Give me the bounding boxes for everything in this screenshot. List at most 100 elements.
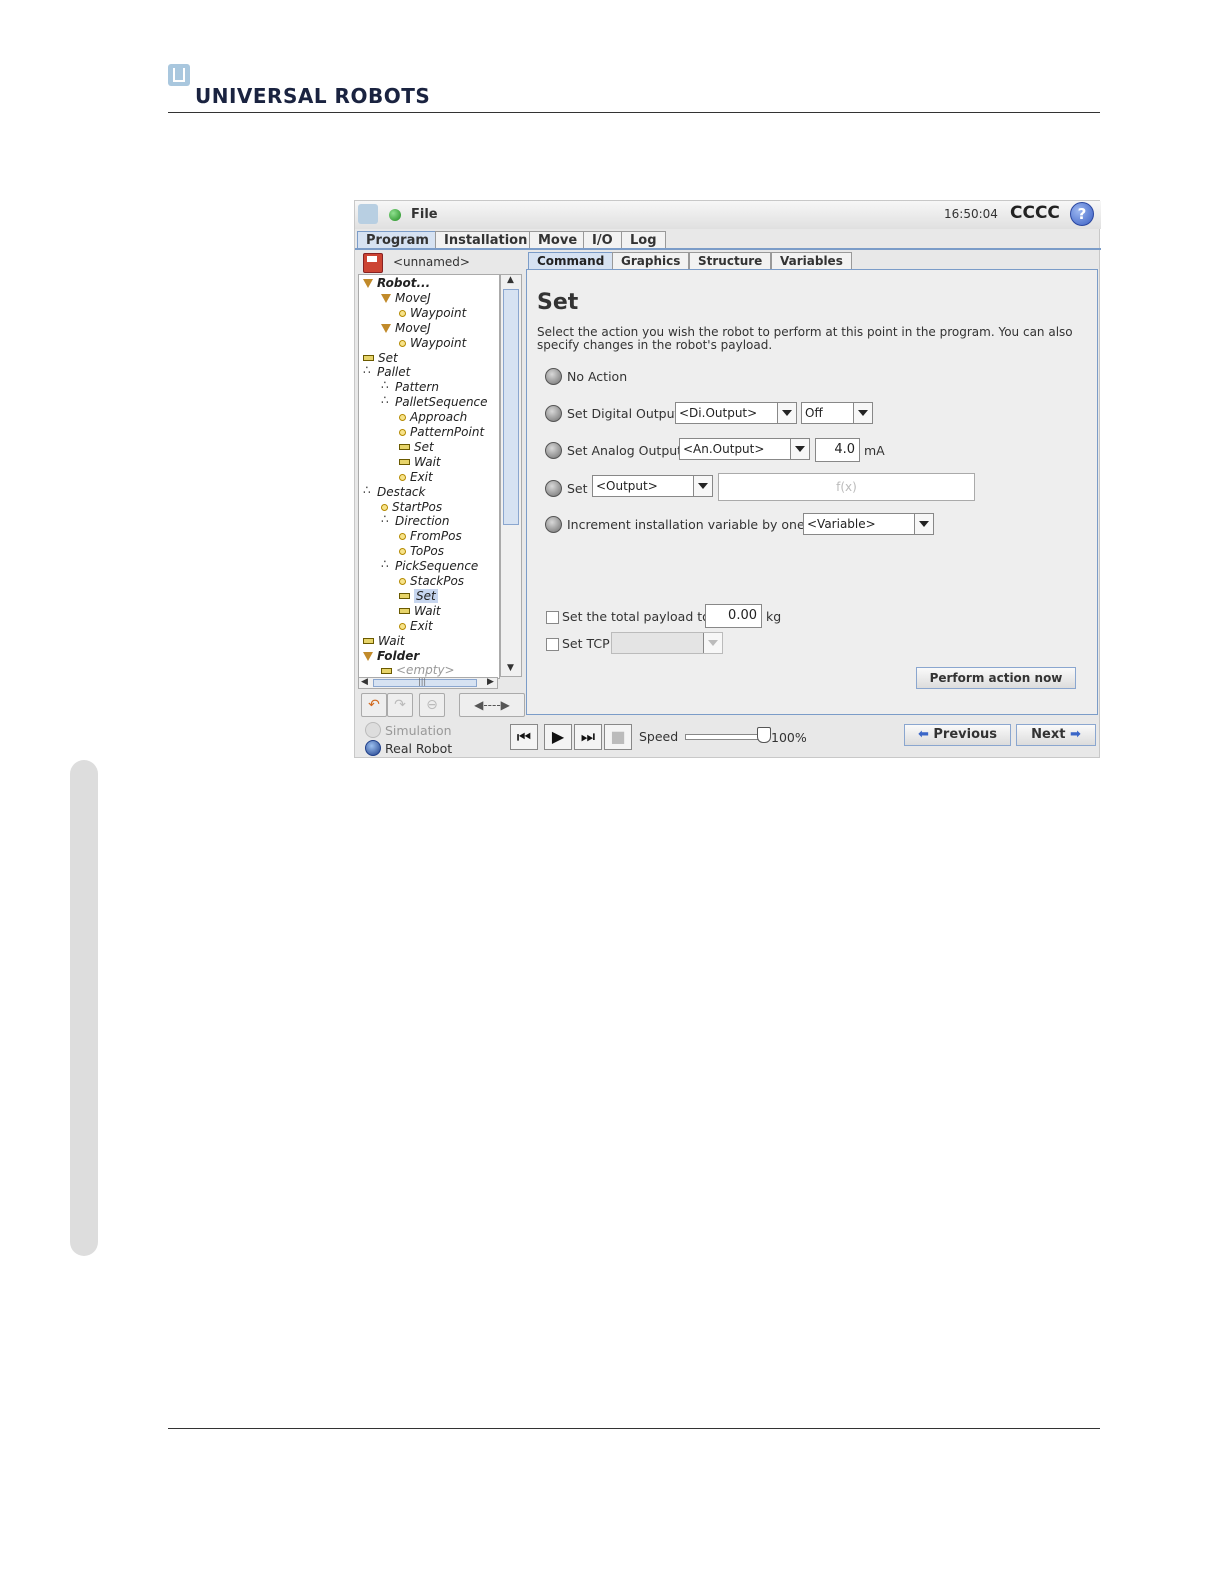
expression-input[interactable]: f(x) — [718, 473, 975, 501]
tab-command[interactable]: Command — [528, 252, 614, 270]
set-output-radio[interactable] — [545, 480, 562, 497]
arrow-right-icon: ➡ — [1069, 727, 1081, 742]
tab-program[interactable]: Program — [357, 231, 438, 249]
increment-variable-radio[interactable] — [545, 516, 562, 533]
tree-node[interactable]: StackPos — [399, 574, 464, 589]
tree-node[interactable]: Robot... — [363, 276, 430, 291]
tab-log[interactable]: Log — [621, 231, 666, 249]
tree-node[interactable]: StartPos — [381, 500, 442, 515]
stop-icon[interactable]: ■ — [604, 724, 632, 750]
simulation-radio[interactable] — [365, 722, 381, 738]
move-node-button[interactable]: ◀----▶ — [459, 693, 525, 717]
tree-node-label: MoveJ — [395, 290, 431, 305]
tab-move[interactable]: Move — [529, 231, 587, 249]
pallet-icon — [381, 393, 391, 408]
save-icon[interactable] — [363, 253, 383, 273]
tab-variables[interactable]: Variables — [771, 252, 852, 270]
file-menu[interactable]: File — [411, 207, 438, 222]
next-button[interactable]: Next ➡ — [1016, 724, 1096, 746]
pallet-icon — [381, 512, 391, 527]
tree-node[interactable]: Folder — [363, 649, 419, 664]
program-tree[interactable]: Robot...MoveJWaypointMoveJWaypointSetPal… — [358, 274, 500, 679]
no-action-radio[interactable] — [545, 368, 562, 385]
analog-value-input[interactable]: 4.0 — [815, 438, 860, 462]
tab-io[interactable]: I/O — [583, 231, 622, 249]
digital-output-radio[interactable] — [545, 405, 562, 422]
footer-rule — [168, 1428, 1100, 1429]
tree-node[interactable]: Destack — [363, 483, 425, 500]
tree-node[interactable]: Waypoint — [399, 306, 466, 321]
digital-output-select[interactable]: <Di.Output> — [675, 402, 797, 424]
set-output-label: Set — [567, 481, 588, 496]
set-output-select[interactable]: <Output> — [592, 475, 713, 497]
tree-node[interactable]: Waypoint — [399, 336, 466, 351]
skip-forward-icon[interactable]: ⏭ — [574, 724, 602, 750]
tree-scroll-thumb[interactable] — [503, 289, 519, 525]
tree-node[interactable]: PalletSequence — [381, 393, 488, 410]
tree-horizontal-scrollbar[interactable]: ◀ ||| ▶ — [358, 677, 498, 689]
speed-slider-knob[interactable] — [757, 727, 771, 743]
tree-node[interactable]: Set — [399, 588, 438, 604]
speed-label: Speed — [639, 729, 679, 744]
chevron-down-icon[interactable] — [703, 633, 722, 653]
robot-name: CCCC — [1010, 203, 1060, 223]
tcp-checkbox[interactable] — [546, 638, 559, 651]
tree-node-label: Wait — [414, 454, 441, 469]
perform-action-button[interactable]: Perform action now — [916, 667, 1076, 689]
digital-value-select[interactable]: Off — [801, 402, 873, 424]
tree-node[interactable]: Wait — [399, 455, 441, 470]
previous-button[interactable]: ⬅ Previous — [904, 724, 1011, 746]
chevron-down-icon[interactable] — [777, 403, 796, 423]
scroll-left-icon[interactable]: ◀ — [361, 677, 368, 687]
tree-node[interactable]: Wait — [399, 604, 441, 619]
set-command-panel: Set Select the action you wish the robot… — [526, 269, 1098, 715]
chevron-down-icon[interactable] — [914, 514, 933, 534]
payload-checkbox[interactable] — [546, 611, 559, 624]
chevron-down-icon[interactable] — [790, 439, 809, 459]
tree-vertical-scrollbar[interactable]: ▲ ▼ — [500, 274, 522, 677]
tab-structure[interactable]: Structure — [689, 252, 772, 270]
tree-node[interactable]: Approach — [399, 410, 467, 425]
play-icon[interactable]: ▶ — [544, 724, 572, 750]
tree-node[interactable]: FromPos — [399, 529, 462, 544]
command-icon — [363, 355, 374, 361]
tree-node[interactable]: MoveJ — [381, 291, 431, 306]
redo-icon[interactable]: ↷ — [387, 693, 413, 717]
tcp-select[interactable] — [611, 632, 723, 654]
scroll-right-icon[interactable]: ▶ — [487, 677, 494, 687]
speed-slider[interactable] — [685, 734, 767, 740]
scroll-up-icon[interactable]: ▲ — [507, 275, 514, 285]
undo-icon[interactable]: ↶ — [361, 693, 387, 717]
tree-node[interactable]: MoveJ — [381, 321, 431, 336]
tree-node-label: Robot... — [377, 276, 431, 290]
tree-hscroll-thumb[interactable]: ||| — [373, 677, 477, 687]
tree-node[interactable]: PickSequence — [381, 557, 478, 574]
delete-icon[interactable]: ⊖ — [419, 693, 445, 717]
real-robot-radio[interactable] — [365, 740, 381, 756]
payload-label: Set the total payload to — [562, 609, 710, 624]
tree-node[interactable]: Exit — [399, 619, 433, 634]
chevron-down-icon[interactable] — [853, 403, 872, 423]
tree-node[interactable]: Wait — [363, 634, 405, 649]
tree-node[interactable]: Set — [399, 440, 434, 455]
tree-node[interactable]: Direction — [381, 512, 449, 529]
tree-node[interactable]: ToPos — [399, 544, 444, 559]
tree-node[interactable]: Exit — [399, 470, 433, 485]
set-output-value: <Output> — [596, 479, 658, 493]
scroll-down-icon[interactable]: ▼ — [507, 663, 514, 673]
chevron-down-icon[interactable] — [693, 476, 712, 496]
analog-output-radio[interactable] — [545, 442, 562, 459]
waypoint-icon — [399, 622, 406, 630]
tab-graphics[interactable]: Graphics — [612, 252, 690, 270]
ur-app-icon — [358, 204, 378, 224]
analog-output-value: <An.Output> — [683, 442, 765, 456]
variable-select[interactable]: <Variable> — [803, 513, 934, 535]
payload-input[interactable]: 0.00 — [705, 604, 762, 628]
tree-node-label: PatternPoint — [410, 425, 485, 439]
tab-installation[interactable]: Installation — [435, 231, 537, 249]
skip-back-icon[interactable]: ⏮ — [510, 724, 538, 750]
help-icon[interactable]: ? — [1070, 202, 1094, 226]
analog-output-select[interactable]: <An.Output> — [679, 438, 810, 460]
tree-node[interactable]: Pattern — [381, 378, 439, 395]
tree-node[interactable]: PatternPoint — [399, 425, 484, 440]
